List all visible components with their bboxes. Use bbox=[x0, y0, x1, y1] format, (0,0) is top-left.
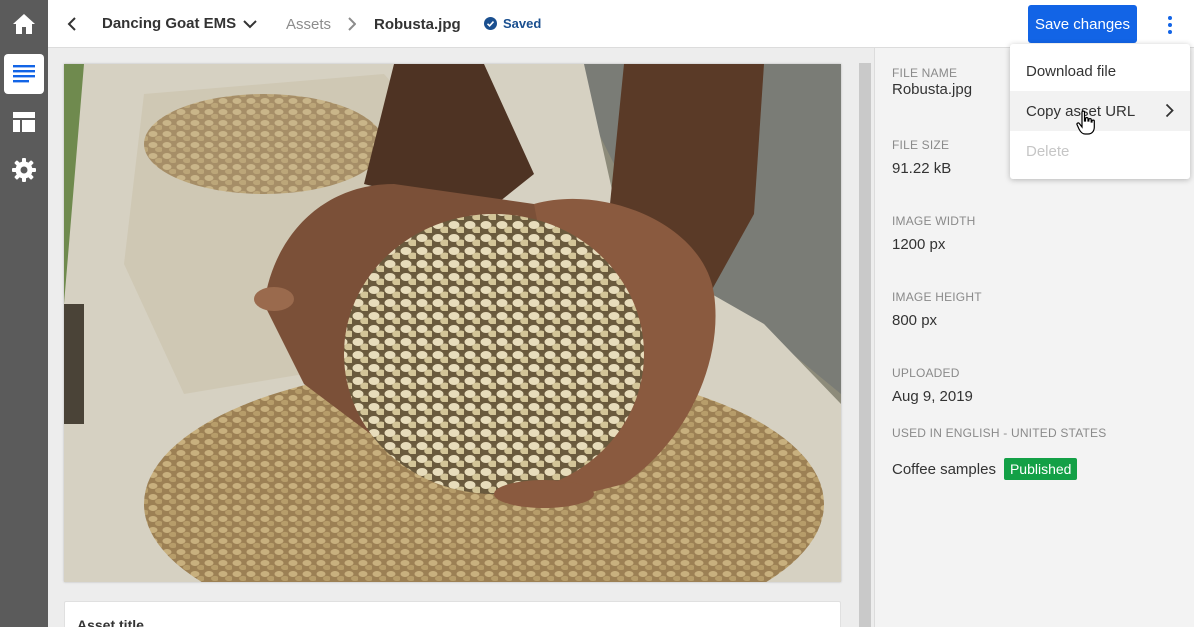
image-height-field: IMAGE HEIGHT 800 px bbox=[892, 290, 982, 330]
editor-scrollbar[interactable] bbox=[859, 63, 871, 627]
uploaded-value: Aug 9, 2019 bbox=[892, 388, 973, 405]
image-width-value: 1200 px bbox=[892, 236, 946, 253]
home-icon bbox=[13, 14, 35, 34]
breadcrumb-current: Robusta.jpg bbox=[374, 16, 461, 33]
save-changes-button[interactable]: Save changes bbox=[1028, 5, 1137, 43]
image-width-field: IMAGE WIDTH 1200 px bbox=[892, 214, 976, 254]
sidebar-item-home[interactable] bbox=[4, 4, 44, 44]
chevron-left-icon bbox=[67, 17, 76, 31]
menu-item-download-file[interactable]: Download file bbox=[1010, 51, 1190, 91]
more-actions-menu: Download file Copy asset URL Delete bbox=[1010, 44, 1190, 179]
breadcrumb-assets[interactable]: Assets bbox=[286, 16, 331, 33]
project-switcher-button[interactable] bbox=[240, 14, 260, 34]
menu-item-label: Copy asset URL bbox=[1026, 102, 1136, 120]
menu-item-copy-asset-url[interactable]: Copy asset URL bbox=[1010, 91, 1190, 131]
asset-title-card: Asset title bbox=[64, 601, 841, 627]
project-name[interactable]: Dancing Goat EMS bbox=[102, 15, 236, 32]
sidebar-item-content[interactable] bbox=[4, 54, 44, 94]
menu-item-delete[interactable]: Delete bbox=[1010, 131, 1190, 171]
settings-icon bbox=[12, 158, 36, 182]
top-bar: Dancing Goat EMS Assets Robusta.jpg Save… bbox=[48, 0, 1194, 48]
kebab-dot-icon bbox=[1168, 23, 1172, 27]
kebab-dot-icon bbox=[1168, 30, 1172, 34]
file-name-value: Robusta.jpg bbox=[892, 81, 973, 98]
sidebar-item-layout[interactable] bbox=[4, 102, 44, 142]
uploaded-label: UPLOADED bbox=[892, 366, 960, 380]
menu-item-label: Download file bbox=[1026, 62, 1117, 80]
status-badge: Published bbox=[1003, 458, 1078, 480]
used-in-label: USED IN ENGLISH - UNITED STATES bbox=[892, 426, 1107, 440]
kebab-dot-icon bbox=[1168, 16, 1172, 20]
content-icon bbox=[13, 65, 35, 83]
chevron-down-icon bbox=[243, 20, 257, 29]
file-size-field: FILE SIZE 91.22 kB bbox=[892, 138, 951, 178]
asset-editor: Asset title bbox=[48, 48, 874, 627]
image-width-label: IMAGE WIDTH bbox=[892, 214, 976, 228]
usage-item-name[interactable]: Coffee samples bbox=[892, 461, 996, 478]
image-height-label: IMAGE HEIGHT bbox=[892, 290, 982, 304]
asset-preview-image bbox=[64, 64, 841, 582]
used-in-field: USED IN ENGLISH - UNITED STATES bbox=[892, 426, 1106, 440]
asset-title-label: Asset title bbox=[77, 617, 144, 627]
uploaded-field: UPLOADED Aug 9, 2019 bbox=[892, 366, 973, 406]
breadcrumb-separator-icon bbox=[346, 16, 358, 32]
menu-item-label: Delete bbox=[1026, 142, 1070, 160]
file-size-value: 91.22 kB bbox=[892, 160, 952, 177]
sidebar-item-settings[interactable] bbox=[4, 150, 44, 190]
image-height-value: 800 px bbox=[892, 312, 938, 329]
saved-status-label: Saved bbox=[503, 16, 542, 31]
chevron-right-icon bbox=[1165, 103, 1174, 118]
more-actions-button[interactable] bbox=[1158, 12, 1182, 38]
layout-icon bbox=[13, 112, 35, 132]
file-size-label: FILE SIZE bbox=[892, 138, 950, 152]
saved-status: Saved bbox=[484, 16, 541, 31]
app-sidebar bbox=[0, 0, 48, 627]
back-button[interactable] bbox=[62, 14, 82, 34]
file-name-label: FILE NAME bbox=[892, 66, 958, 80]
usage-item: Coffee samples Published bbox=[892, 458, 1078, 480]
check-circle-icon bbox=[484, 17, 497, 30]
file-name-field: FILE NAME Robusta.jpg bbox=[892, 66, 972, 99]
